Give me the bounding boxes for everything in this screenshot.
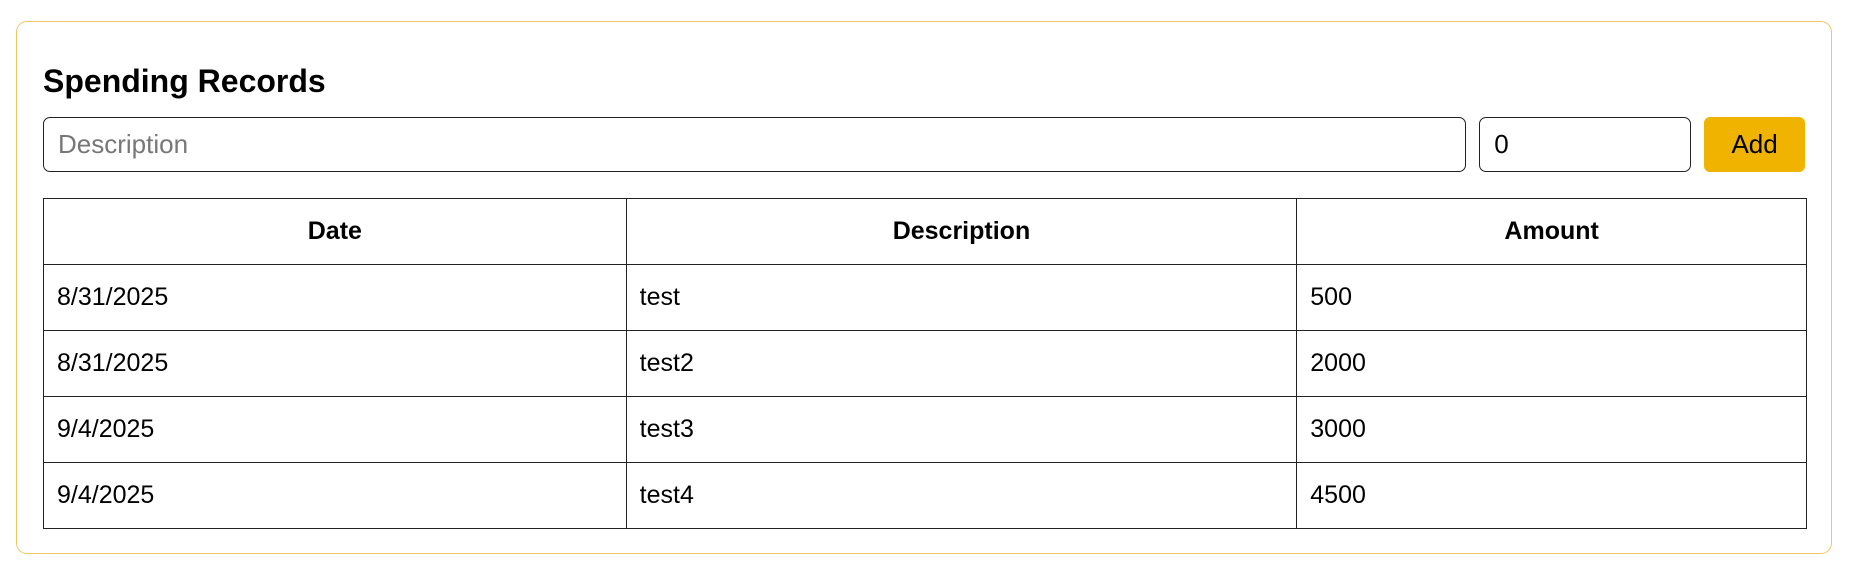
description-input[interactable]	[43, 116, 1467, 172]
cell-date: 9/4/2025	[43, 396, 627, 463]
table-row: 8/31/2025 test 500	[43, 264, 1807, 331]
table-row: 9/4/2025 test4 4500	[43, 462, 1807, 529]
cell-date: 8/31/2025	[43, 264, 627, 331]
spending-records-card: Spending Records Add Date Description Am…	[16, 21, 1832, 554]
amount-input[interactable]	[1479, 116, 1692, 172]
cell-amount: 3000	[1296, 396, 1807, 463]
spending-table: Date Description Amount 8/31/2025 test 5…	[43, 198, 1807, 529]
cell-description: test4	[625, 462, 1298, 529]
table-body: 8/31/2025 test 500 8/31/2025 test2 2000 …	[43, 264, 1807, 529]
add-button[interactable]: Add	[1704, 116, 1805, 172]
cell-amount: 4500	[1296, 462, 1807, 529]
table-header-row: Date Description Amount	[43, 198, 1807, 265]
column-header-amount: Amount	[1296, 198, 1807, 265]
column-header-description: Description	[625, 198, 1298, 265]
cell-description: test3	[625, 396, 1298, 463]
cell-description: test2	[625, 330, 1298, 397]
cell-description: test	[625, 264, 1298, 331]
add-record-form: Add	[43, 116, 1805, 172]
table-header: Date Description Amount	[43, 198, 1807, 265]
page-title: Spending Records	[43, 63, 326, 99]
cell-amount: 500	[1296, 264, 1807, 331]
cell-date: 9/4/2025	[43, 462, 627, 529]
table-row: 9/4/2025 test3 3000	[43, 396, 1807, 463]
cell-date: 8/31/2025	[43, 330, 627, 397]
cell-amount: 2000	[1296, 330, 1807, 397]
column-header-date: Date	[43, 198, 627, 265]
table-row: 8/31/2025 test2 2000	[43, 330, 1807, 397]
